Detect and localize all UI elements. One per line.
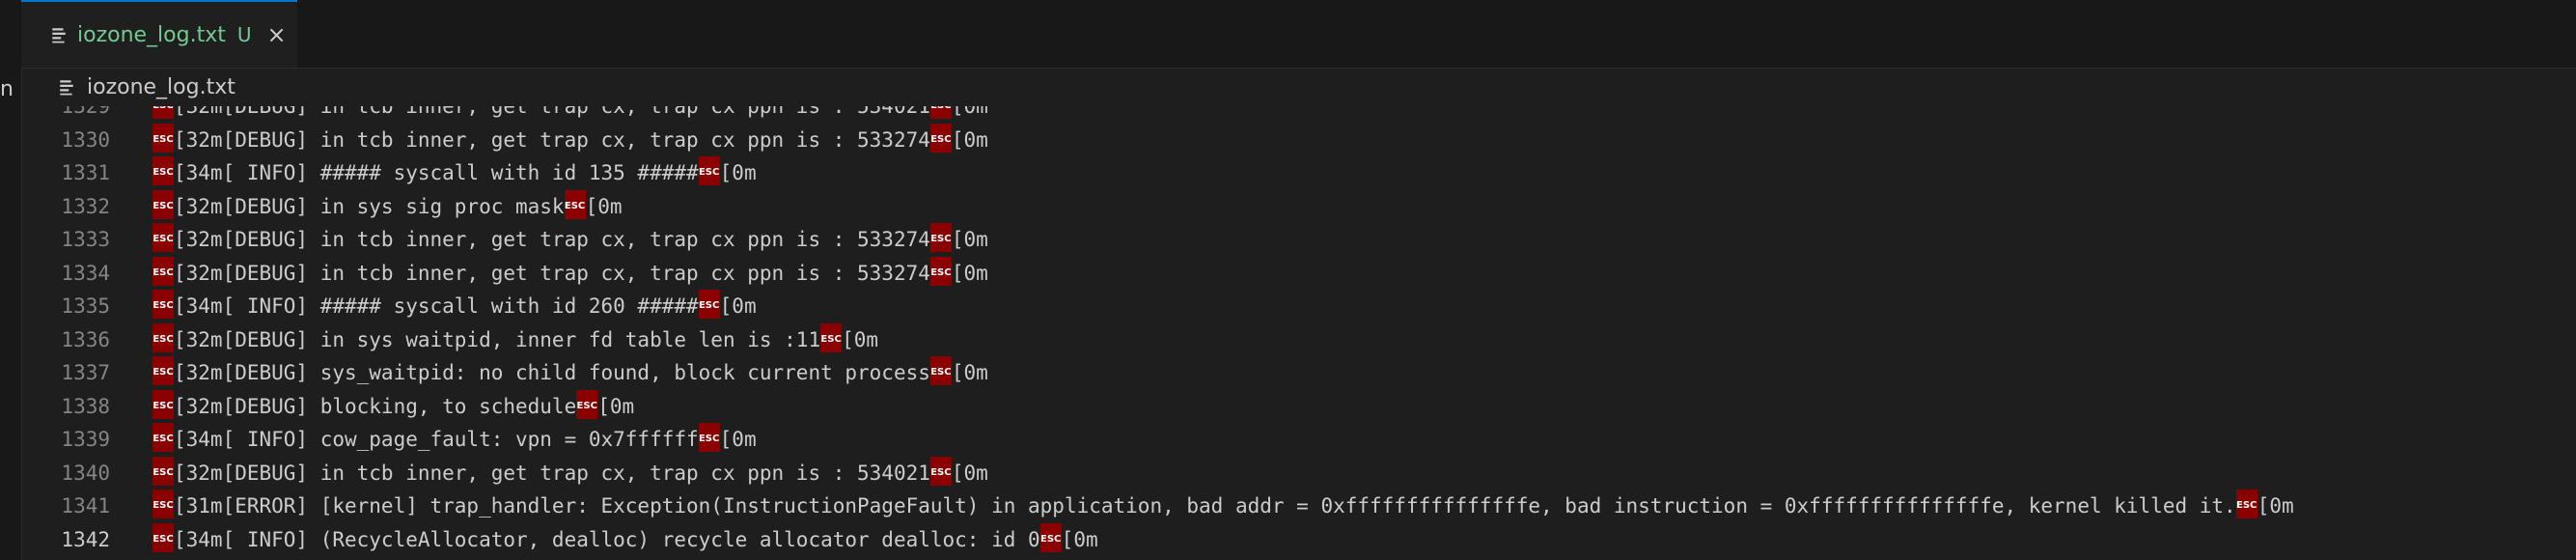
esc-control-char: ESC — [929, 223, 952, 252]
esc-control-char: ESC — [698, 156, 720, 185]
line-number: 1338 — [61, 394, 110, 418]
esc-control-char: ESC — [152, 456, 174, 486]
code-line[interactable]: 1340 ESC[32m[DEBUG] in tcb inner, get tra… — [21, 456, 2569, 490]
line-number: 1331 — [61, 161, 110, 184]
esc-control-char: ESC — [152, 156, 174, 185]
esc-control-char: ESC — [564, 189, 586, 219]
code-line[interactable]: 1336 ESC[32m[DEBUG] in sys waitpid, inner… — [21, 322, 2569, 356]
code-line[interactable]: 1335 ESC[34m[ INFO] ##### syscall with id… — [21, 290, 2569, 322]
collapsed-panel-glyph: n — [0, 77, 14, 101]
code-line[interactable]: 1331 ESC[34m[ INFO] ##### syscall with id… — [21, 156, 2569, 189]
text-file-icon — [52, 28, 66, 43]
line-text: ESC[32m[DEBUG] in sys waitpid, inner fd … — [152, 322, 878, 356]
line-number: 1329 — [61, 106, 110, 118]
esc-control-char: ESC — [929, 123, 952, 153]
line-text: ESC[32m[DEBUG] in tcb inner, get trap cx… — [152, 123, 988, 156]
line-number: 1334 — [61, 261, 110, 285]
esc-control-char: ESC — [152, 106, 174, 119]
line-text: ESC[32m[DEBUG] in sys sig proc maskESC[0… — [152, 189, 623, 223]
code-line[interactable]: 1339 ESC[34m[ INFO] cow_page_fault: vpn =… — [21, 423, 2569, 456]
esc-control-char: ESC — [698, 423, 720, 452]
esc-control-char: ESC — [152, 256, 174, 286]
line-text: ESC[32m[DEBUG] in tcb inner, get trap cx… — [152, 106, 988, 123]
line-number: 1335 — [61, 294, 110, 318]
line-number: 1332 — [61, 194, 110, 218]
line-number: 1337 — [61, 361, 110, 384]
esc-control-char: ESC — [1039, 522, 1062, 552]
esc-control-char: ESC — [152, 290, 174, 319]
line-text: ESC[32m[DEBUG] in tcb inner, get trap cx… — [152, 456, 988, 490]
esc-control-char: ESC — [152, 223, 174, 252]
line-text: ESC[32m[DEBUG] in tcb inner, get trap cx… — [152, 256, 988, 290]
line-number: 1333 — [61, 228, 110, 251]
esc-control-char: ESC — [152, 490, 174, 518]
esc-control-char: ESC — [698, 290, 720, 319]
code-line[interactable]: 1330 ESC[32m[DEBUG] in tcb inner, get tra… — [21, 123, 2569, 156]
esc-control-char: ESC — [152, 522, 174, 552]
line-number: 1336 — [61, 327, 110, 351]
code-line[interactable]: 1329 ESC[32m[DEBUG] in tcb inner, get tra… — [21, 106, 2569, 123]
esc-control-char: ESC — [152, 189, 174, 219]
line-number: 1342 — [61, 527, 110, 551]
esc-control-char: ESC — [152, 356, 174, 385]
esc-control-char: ESC — [929, 456, 952, 486]
line-text: ESC[31m[ERROR] [kernel] trap_handler: Ex… — [152, 490, 2294, 522]
esc-control-char: ESC — [152, 123, 174, 153]
line-text: ESC[32m[DEBUG] blocking, to scheduleESC[… — [152, 389, 634, 423]
line-number: 1330 — [61, 127, 110, 152]
breadcrumb-file[interactable]: iozone_log.txt — [87, 75, 235, 99]
esc-control-char: ESC — [929, 106, 952, 119]
code-line[interactable]: 1333 ESC[32m[DEBUG] in tcb inner, get tra… — [21, 223, 2569, 256]
line-number: 1340 — [61, 461, 110, 485]
esc-control-char: ESC — [152, 389, 174, 419]
code-line[interactable]: 1334 ESC[32m[DEBUG] in tcb inner, get tra… — [21, 256, 2569, 290]
editor-text-area[interactable]: 1329 ESC[32m[DEBUG] in tcb inner, get tra… — [21, 106, 2576, 560]
code-line[interactable]: 1341 ESC[31m[ERROR] [kernel] trap_handler… — [21, 490, 2569, 522]
line-number: 1341 — [61, 494, 110, 518]
tab-iozone-log[interactable]: iozone_log.txt U × — [21, 0, 297, 68]
close-icon[interactable]: × — [267, 23, 287, 46]
esc-control-char: ESC — [576, 389, 598, 419]
breadcrumb: iozone_log.txt — [21, 68, 2576, 106]
line-text: ESC[34m[ INFO] ##### syscall with id 135… — [152, 156, 757, 189]
line-text: ESC[32m[DEBUG] sys_waitpid: no child fou… — [152, 356, 988, 389]
esc-control-char: ESC — [2235, 490, 2257, 518]
esc-control-char: ESC — [929, 256, 952, 286]
esc-control-char: ESC — [152, 322, 174, 352]
tab-label: iozone_log.txt — [77, 22, 226, 47]
side-panel-edge: n — [0, 0, 22, 560]
line-text: ESC[34m[ INFO] ##### syscall with id 260… — [152, 290, 757, 322]
esc-control-char: ESC — [929, 356, 952, 385]
line-text: ESC[32m[DEBUG] in tcb inner, get trap cx… — [152, 223, 988, 256]
tab-bar — [0, 0, 2576, 69]
code-line[interactable]: 1338 ESC[32m[DEBUG] blocking, to schedule… — [21, 389, 2569, 423]
line-text: ESC[34m[ INFO] cow_page_fault: vpn = 0x7… — [152, 423, 757, 456]
esc-control-char: ESC — [820, 322, 843, 352]
code-line[interactable]: 1337 ESC[32m[DEBUG] sys_waitpid: no child… — [21, 356, 2569, 389]
esc-control-char: ESC — [152, 423, 174, 452]
text-file-icon — [60, 80, 73, 96]
line-number: 1339 — [61, 428, 110, 451]
untracked-status-badge: U — [236, 23, 252, 46]
code-line[interactable]: 1342 ESC[34m[ INFO] (RecycleAllocator, de… — [21, 522, 2569, 556]
code-line[interactable]: 1332 ESC[32m[DEBUG] in sys sig proc maskE… — [21, 189, 2569, 223]
line-text: ESC[34m[ INFO] (RecycleAllocator, deallo… — [152, 522, 1098, 556]
